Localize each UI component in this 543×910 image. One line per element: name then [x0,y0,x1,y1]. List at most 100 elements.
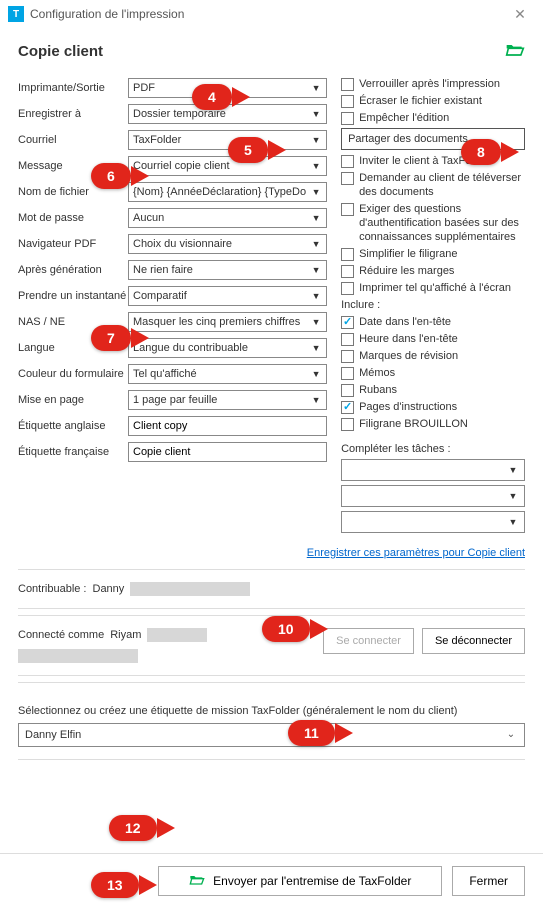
chevron-down-icon: ▼ [308,365,324,383]
callout-13: 13 [91,872,139,898]
printer-label: Imprimante/Sortie [18,82,128,94]
chevron-down-icon: ▼ [308,261,324,279]
aftergen-value: Ne rien faire [133,264,193,276]
callout-5: 5 [228,137,268,163]
draftwm-checkbox[interactable] [341,418,354,431]
chevron-down-icon: ▼ [504,460,522,480]
snapshot-dropdown[interactable]: Comparatif ▼ [128,286,327,306]
language-value: Langue du contribuable [133,342,248,354]
chevron-down-icon: ▼ [308,209,324,227]
send-taxfolder-button[interactable]: Envoyer par l'entremise de TaxFolder [158,866,442,896]
timeheader-checkbox[interactable] [341,333,354,346]
chevron-down-icon: ⌄ [502,724,520,746]
dateheader-checkbox[interactable] [341,316,354,329]
chevron-down-icon: ▼ [308,391,324,409]
enlabel-input[interactable] [128,416,327,436]
asdisplayed-label: Imprimer tel qu'affiché à l'écran [359,281,525,295]
connect-button[interactable]: Se connecter [323,628,414,654]
timeheader-label: Heure dans l'en-tête [359,332,525,346]
memos-checkbox[interactable] [341,367,354,380]
formcolor-dropdown[interactable]: Tel qu'affiché ▼ [128,364,327,384]
preventedit-label: Empêcher l'édition [359,111,525,125]
task-dropdown-1[interactable]: ▼ [341,459,525,481]
revmarks-checkbox[interactable] [341,350,354,363]
close-button[interactable]: Fermer [452,866,525,896]
security-label: Exiger des questions d'authentification … [359,202,525,244]
email-value: TaxFolder [133,134,181,146]
security-checkbox[interactable] [341,203,354,216]
connected-as-label: Connecté comme [18,629,104,641]
asdisplayed-checkbox[interactable] [341,282,354,295]
pdfviewer-dropdown[interactable]: Choix du visionnaire ▼ [128,234,327,254]
password-dropdown[interactable]: Aucun ▼ [128,208,327,228]
chevron-down-icon: ▼ [308,79,324,97]
password-label: Mot de passe [18,212,128,224]
formcolor-label: Couleur du formulaire [18,368,128,380]
invite-checkbox[interactable] [341,155,354,168]
instrpages-label: Pages d'instructions [359,400,525,414]
language-dropdown[interactable]: Langue du contribuable ▼ [128,338,327,358]
window-close-button[interactable]: ✕ [505,6,535,23]
upload-checkbox[interactable] [341,172,354,185]
redacted-text [130,582,250,596]
reducemg-label: Réduire les marges [359,264,525,278]
share-documents-label: Partager des documents [348,133,468,145]
preventedit-checkbox[interactable] [341,112,354,125]
pdfviewer-value: Choix du visionnaire [133,238,232,250]
callout-8: 8 [461,139,501,165]
frlabel-input[interactable] [128,442,327,462]
chevron-down-icon: ▼ [504,486,522,506]
callout-7: 7 [91,325,131,351]
email-label: Courriel [18,134,128,146]
include-label: Inclure : [341,299,525,311]
chevron-down-icon: ▼ [504,512,522,532]
memos-label: Mémos [359,366,525,380]
overwrite-checkbox[interactable] [341,95,354,108]
open-folder-icon[interactable] [505,40,525,63]
save-settings-link[interactable]: Enregistrer ces paramètres pour Copie cl… [307,547,525,559]
callout-6: 6 [91,163,131,189]
folder-icon [189,873,205,890]
frlabel-label: Étiquette française [18,446,128,458]
task-dropdown-3[interactable]: ▼ [341,511,525,533]
printer-value: PDF [133,82,155,94]
layout-dropdown[interactable]: 1 page par feuille ▼ [128,390,327,410]
simplifywm-label: Simplifier le filigrane [359,247,525,261]
chevron-down-icon: ▼ [308,287,324,305]
nas-dropdown[interactable]: Masquer les cinq premiers chiffres ▼ [128,312,327,332]
lock-checkbox[interactable] [341,78,354,91]
lock-label: Verrouiller après l'impression [359,77,525,91]
saveto-dropdown[interactable]: Dossier temporaire ▼ [128,104,327,124]
instrpages-checkbox[interactable] [341,401,354,414]
tapes-label: Rubans [359,383,525,397]
redacted-text [18,649,138,663]
window-title: Configuration de l'impression [30,7,505,21]
formcolor-value: Tel qu'affiché [133,368,197,380]
taxpayer-name: Danny [93,583,125,595]
message-dropdown[interactable]: Courriel copie client ▼ [128,156,327,176]
simplifywm-checkbox[interactable] [341,248,354,261]
app-icon: T [8,6,24,22]
reducemg-checkbox[interactable] [341,265,354,278]
engagement-dropdown[interactable]: Danny Elfin ⌄ [18,723,525,747]
aftergen-label: Après génération [18,264,128,276]
draftwm-label: Filigrane BROUILLON [359,417,525,431]
aftergen-dropdown[interactable]: Ne rien faire ▼ [128,260,327,280]
snapshot-value: Comparatif [133,290,187,302]
disconnect-button[interactable]: Se déconnecter [422,628,525,654]
layout-value: 1 page par feuille [133,394,217,406]
enlabel-label: Étiquette anglaise [18,420,128,432]
page-title: Copie client [18,43,103,60]
task-dropdown-2[interactable]: ▼ [341,485,525,507]
engagement-value: Danny Elfin [25,729,81,741]
tapes-checkbox[interactable] [341,384,354,397]
filename-dropdown[interactable]: {Nom} {AnnéeDéclaration} {TypeDo ▼ [128,182,327,202]
complete-tasks-label: Compléter les tâches : [341,443,525,455]
taxpayer-label: Contribuable : [18,583,87,595]
filename-value: {Nom} {AnnéeDéclaration} {TypeDo [133,186,322,198]
callout-12: 12 [109,815,157,841]
chevron-down-icon: ▼ [308,339,324,357]
upload-label: Demander au client de téléverser des doc… [359,171,525,199]
dateheader-label: Date dans l'en-tête [359,315,525,329]
callout-10: 10 [262,616,310,642]
